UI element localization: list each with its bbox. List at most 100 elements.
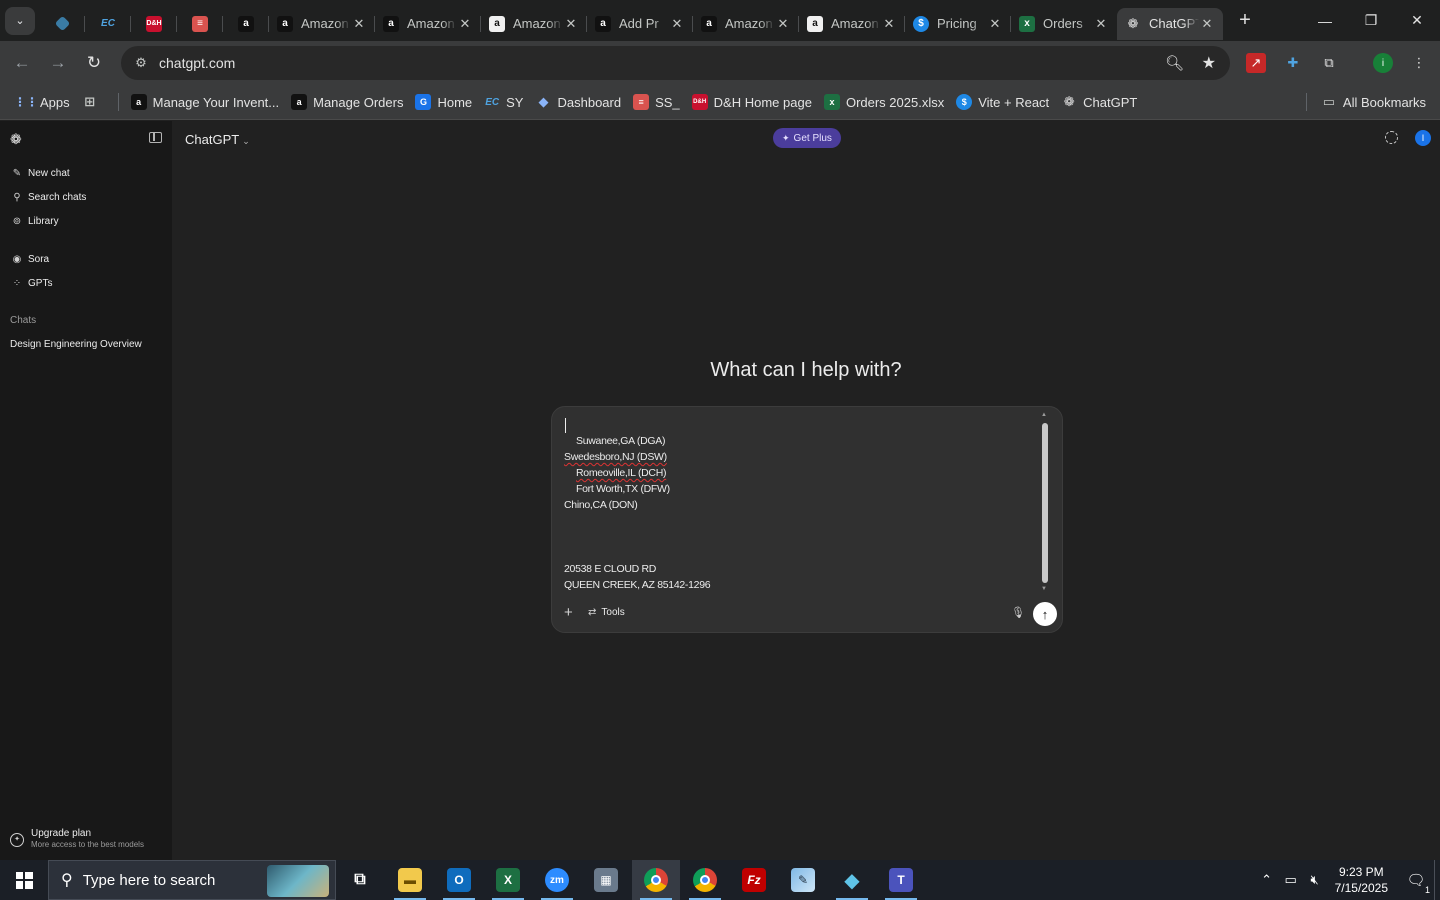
- bookmark-manage-inventory[interactable]: a Manage Your Invent...: [130, 94, 279, 110]
- model-selector[interactable]: ChatGPT ⌄: [185, 132, 250, 147]
- notification-center-button[interactable]: 🗨︎ 1: [1398, 871, 1434, 895]
- close-icon[interactable]: ✕: [351, 16, 367, 32]
- clock[interactable]: 9:23 PM 7/15/2025: [1335, 864, 1388, 896]
- taskbar-search[interactable]: ⚲ Type here to search: [48, 860, 336, 900]
- bookmark-ss[interactable]: ≡ SS_: [633, 94, 680, 110]
- bookmark-home[interactable]: G Home: [415, 94, 472, 110]
- sidebar-item-new-chat[interactable]: ✎ New chat: [11, 164, 70, 182]
- bookmark-sy[interactable]: EC SY: [484, 94, 523, 110]
- menu-kebab-icon[interactable]: ⋮: [1409, 53, 1429, 73]
- tools-button[interactable]: ⇄ Tools: [588, 607, 625, 618]
- composer-line[interactable]: Swedesboro,NJ (DSW): [564, 451, 667, 463]
- sidebar-item-sora[interactable]: ◉ Sora: [11, 250, 50, 268]
- microphone-icon[interactable]: 🎙︎: [1011, 606, 1025, 619]
- bookmark-star-icon[interactable]: ★: [1202, 53, 1216, 73]
- tab-pinned-4[interactable]: ≡: [177, 8, 223, 40]
- taskbar-calculator[interactable]: ▦: [582, 860, 630, 900]
- bookmark-vite-react[interactable]: $ Vite + React: [956, 94, 1049, 110]
- bookmark-orders-xlsx[interactable]: x Orders 2025.xlsx: [823, 94, 944, 110]
- extensions-puzzle-icon[interactable]: ⧉: [1319, 53, 1339, 73]
- start-button[interactable]: [0, 860, 48, 900]
- sidebar-item-library[interactable]: ⊚ Library: [11, 212, 59, 230]
- composer-line[interactable]: Chino,CA (DON): [564, 499, 638, 511]
- openai-logo-icon[interactable]: ❁: [10, 131, 22, 148]
- bookmark-chatgpt[interactable]: ❁ ChatGPT: [1061, 94, 1138, 110]
- close-icon[interactable]: ✕: [669, 16, 685, 32]
- volume-muted-icon[interactable]: 🔇︎: [1303, 872, 1327, 888]
- bookmark-manage-orders[interactable]: a Manage Orders: [291, 94, 403, 110]
- forward-button[interactable]: →: [40, 45, 76, 81]
- scroll-up-arrow-icon[interactable]: ▲: [1041, 412, 1047, 418]
- tab-pinned-3[interactable]: D&H: [131, 8, 177, 40]
- prompt-composer[interactable]: Suwanee,GA (DGA) Swedesboro,NJ (DSW) Rom…: [551, 406, 1063, 633]
- send-button[interactable]: ↑: [1033, 602, 1057, 626]
- composer-scrollbar[interactable]: [1042, 423, 1048, 583]
- minimize-button[interactable]: —: [1302, 0, 1348, 41]
- tab-amazon-1[interactable]: a Amazon ✕: [269, 8, 375, 40]
- taskbar-teams[interactable]: T: [877, 860, 925, 900]
- profile-avatar[interactable]: i: [1373, 53, 1393, 73]
- tab-orders[interactable]: x Orders ✕: [1011, 8, 1117, 40]
- sidebar-item-gpts[interactable]: ⁘ GPTs: [11, 274, 53, 292]
- taskbar-filezilla[interactable]: Fz: [730, 860, 778, 900]
- scroll-down-arrow-icon[interactable]: ▼: [1041, 586, 1047, 592]
- taskbar-zoom[interactable]: zm: [533, 860, 581, 900]
- close-icon[interactable]: ✕: [1199, 16, 1215, 32]
- composer-line[interactable]: QUEEN CREEK, AZ 85142-1296: [564, 579, 711, 591]
- taskbar-notepad-app[interactable]: ✎: [779, 860, 827, 900]
- task-view-button[interactable]: ⧉: [336, 860, 384, 900]
- new-tab-button[interactable]: +: [1231, 7, 1259, 35]
- add-attachment-button[interactable]: +: [564, 605, 573, 620]
- taskbar-chrome-profile[interactable]: [681, 860, 729, 900]
- close-icon[interactable]: ✕: [1093, 16, 1109, 32]
- site-settings-icon[interactable]: ⚙: [127, 55, 155, 71]
- bookmark-dashboard[interactable]: ◆ Dashboard: [535, 94, 621, 110]
- close-icon[interactable]: ✕: [987, 16, 1003, 32]
- taskbar-chrome-active[interactable]: [632, 860, 680, 900]
- extension-red-icon[interactable]: ↗: [1246, 53, 1266, 73]
- tab-amazon-4[interactable]: a Amazon ✕: [693, 8, 799, 40]
- tab-amazon-3[interactable]: a Amazon ✕: [481, 8, 587, 40]
- close-icon[interactable]: ✕: [881, 16, 897, 32]
- all-bookmarks-button[interactable]: ▭ All Bookmarks: [1305, 93, 1426, 111]
- composer-line[interactable]: Suwanee,GA (DGA): [576, 435, 665, 447]
- composer-line[interactable]: 20538 E CLOUD RD: [564, 563, 656, 575]
- temporary-chat-icon[interactable]: [1385, 131, 1398, 144]
- taskbar-file-explorer[interactable]: ▬: [386, 860, 434, 900]
- bookmark-dh-home[interactable]: D&H D&H Home page: [691, 94, 812, 110]
- composer-line[interactable]: Romeoville,IL (DCH): [576, 467, 666, 479]
- sidebar-item-search-chats[interactable]: ⚲ Search chats: [11, 188, 86, 206]
- url-text[interactable]: chatgpt.com: [159, 55, 235, 71]
- tab-chatgpt[interactable]: ❁ ChatGPT ✕: [1117, 7, 1223, 40]
- close-window-button[interactable]: ✕: [1394, 0, 1440, 41]
- tab-add-product[interactable]: a Add Pr ✕: [587, 8, 693, 40]
- taskbar-diamond-app[interactable]: ◆: [828, 860, 876, 900]
- bookmark-tab-groups[interactable]: ⊞: [82, 94, 104, 110]
- tab-pinned-5[interactable]: a: [223, 8, 269, 40]
- close-icon[interactable]: ✕: [563, 16, 579, 32]
- taskbar-excel[interactable]: X: [484, 860, 532, 900]
- zoom-icon[interactable]: 🔍︎: [1165, 54, 1184, 72]
- address-bar[interactable]: ⚙ chatgpt.com 🔍︎ ★: [121, 46, 1230, 80]
- sidebar-toggle-icon[interactable]: [149, 132, 162, 143]
- close-icon[interactable]: ✕: [457, 16, 473, 32]
- composer-line[interactable]: Fort Worth,TX (DFW): [576, 483, 670, 495]
- tab-pricing[interactable]: $ Pricing ✕: [905, 8, 1011, 40]
- back-button[interactable]: ←: [4, 45, 40, 81]
- extension-blue-icon[interactable]: ✚: [1283, 53, 1303, 73]
- chevron-up-icon[interactable]: ⌃: [1255, 872, 1279, 888]
- bookmark-apps[interactable]: ⋮⋮ Apps: [14, 94, 70, 110]
- tab-amazon-5[interactable]: a Amazon ✕: [799, 8, 905, 40]
- tab-pinned-2[interactable]: EC: [85, 8, 131, 40]
- get-plus-button[interactable]: ✦ Get Plus: [773, 128, 841, 148]
- tab-amazon-2[interactable]: a Amazon ✕: [375, 8, 481, 40]
- upgrade-plan-button[interactable]: ✦ Upgrade plan More access to the best m…: [10, 828, 144, 849]
- taskbar-outlook[interactable]: O: [435, 860, 483, 900]
- reload-button[interactable]: ↻: [76, 45, 112, 81]
- close-icon[interactable]: ✕: [775, 16, 791, 32]
- restore-button[interactable]: ❐: [1348, 0, 1394, 41]
- profile-avatar[interactable]: I: [1415, 130, 1431, 146]
- show-desktop-button[interactable]: [1434, 860, 1440, 900]
- tab-search-button[interactable]: ⌄: [5, 6, 35, 35]
- chat-history-item[interactable]: Design Engineering Overview: [10, 339, 142, 350]
